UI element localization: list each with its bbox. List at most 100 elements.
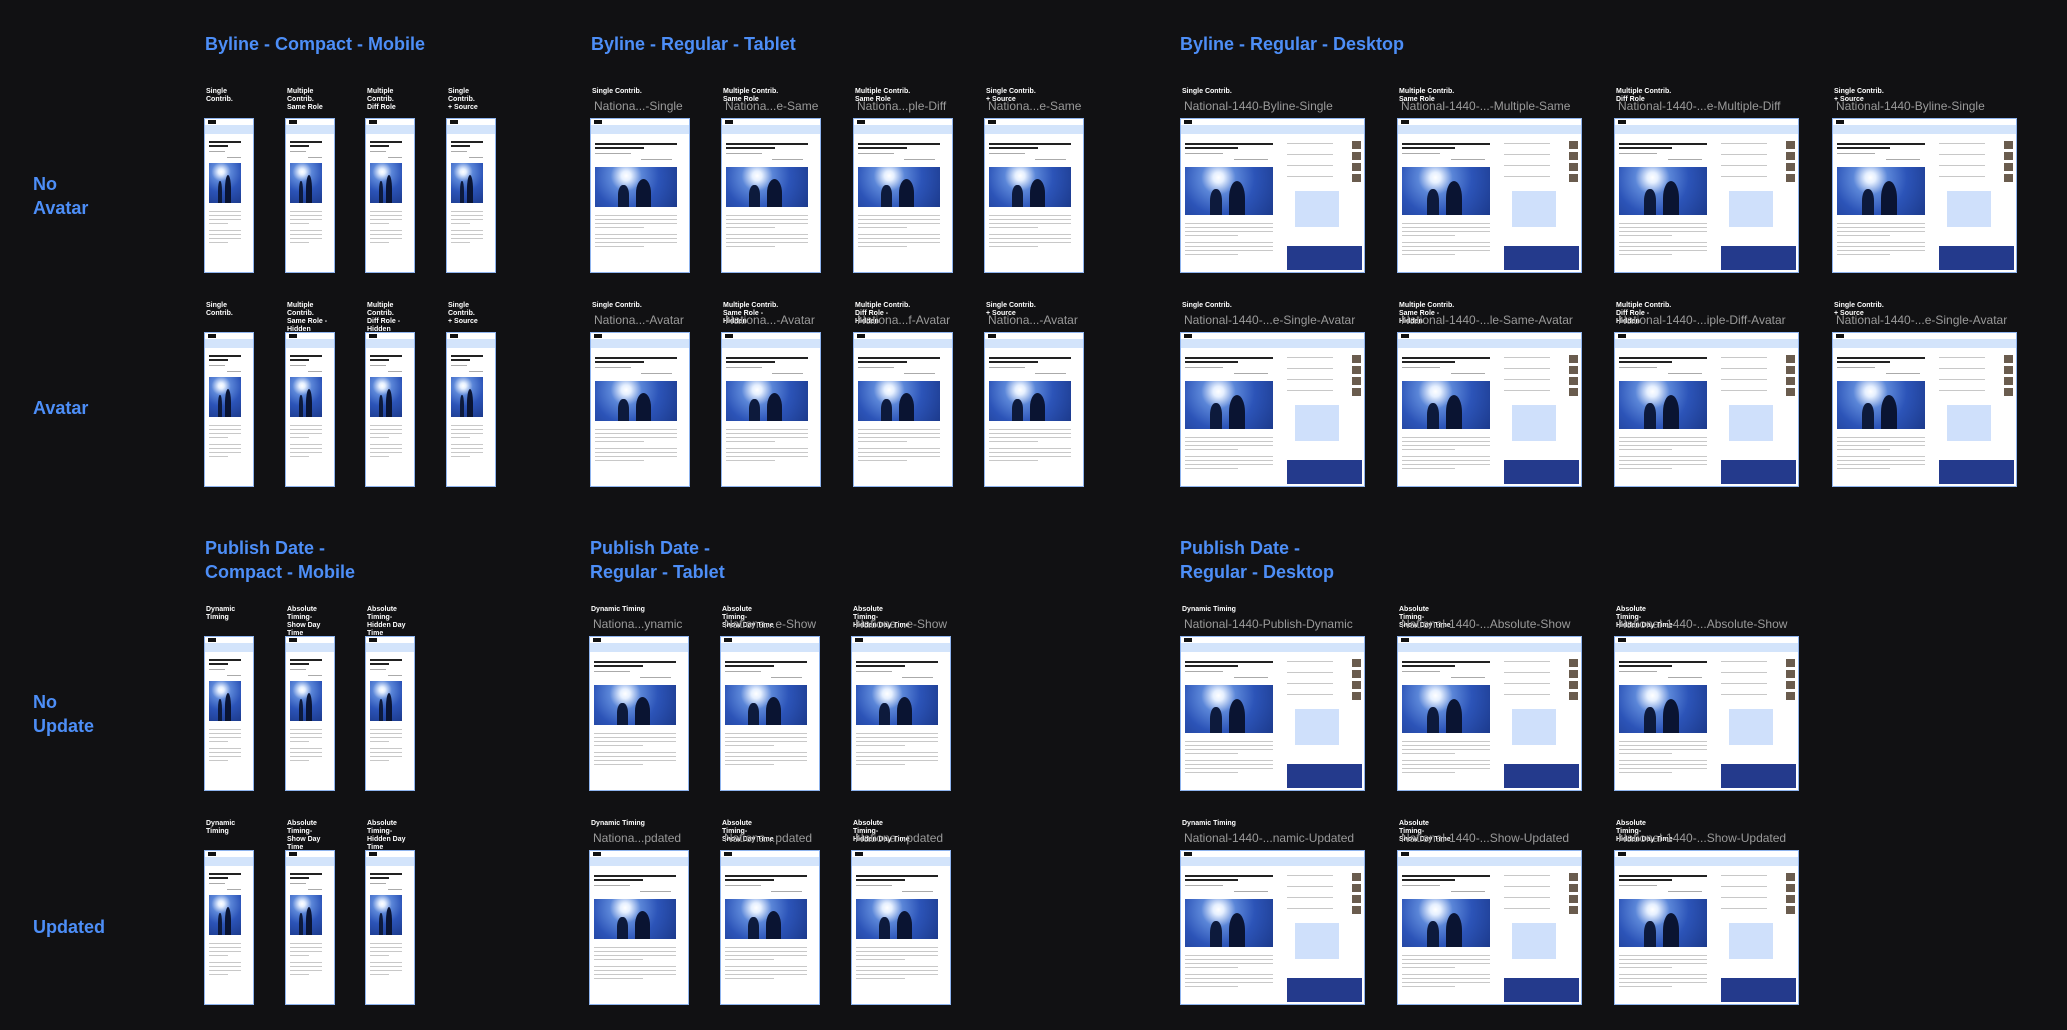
page-thumbnail[interactable] [285, 636, 335, 791]
logo-icon [724, 638, 732, 642]
headline-line [370, 141, 402, 143]
share-line [904, 159, 935, 160]
page-thumbnail[interactable] [589, 850, 689, 1005]
sidebar-thumbnail [1786, 884, 1795, 892]
body-text-line [1837, 223, 1925, 224]
page-thumbnail[interactable] [365, 118, 415, 273]
page-thumbnail[interactable] [204, 118, 254, 273]
body-text-line [726, 223, 808, 224]
figure-shape [636, 179, 651, 207]
page-thumbnail[interactable] [984, 332, 1084, 487]
page-thumbnail[interactable] [1397, 850, 1582, 1005]
page-thumbnail[interactable] [853, 118, 953, 273]
page-thumbnail[interactable] [204, 636, 254, 791]
body-text-line [1619, 437, 1707, 438]
page-thumbnail[interactable] [853, 332, 953, 487]
page-thumbnail[interactable] [1614, 332, 1799, 487]
body-text-line [1402, 982, 1490, 983]
frame-name: National-1440-Byline-Single [1184, 99, 1333, 113]
page-thumbnail[interactable] [1832, 118, 2017, 273]
body-text-line [209, 741, 228, 742]
sidebar-text-line [1939, 390, 1985, 391]
sidebar-thumbnail [1352, 355, 1361, 363]
figure-shape [1663, 913, 1679, 947]
share-line [1451, 677, 1485, 678]
page-thumbnail[interactable] [1180, 850, 1365, 1005]
video-promo [1504, 460, 1579, 484]
body-text-line [290, 211, 322, 212]
figure-shape [636, 393, 651, 421]
page-thumbnail[interactable] [851, 636, 951, 791]
page-thumbnail[interactable] [365, 850, 415, 1005]
body-text-line [451, 211, 483, 212]
frame-name: National-1440-Byline-Single [1836, 99, 1985, 113]
page-thumbnail[interactable] [365, 332, 415, 487]
body-text-line [1619, 772, 1672, 773]
page-thumbnail[interactable] [1397, 636, 1582, 791]
row-label-avatar: Avatar [33, 398, 89, 418]
body-text-line [856, 955, 938, 956]
frame-name: Nationa...pdated [724, 831, 813, 845]
body-text-line [1837, 235, 1890, 236]
page-thumbnail[interactable] [1180, 636, 1365, 791]
body-text-line [370, 943, 402, 944]
page-thumbnail[interactable] [721, 332, 821, 487]
body-text-line [1619, 749, 1707, 750]
page-thumbnail[interactable] [589, 636, 689, 791]
sidebar-thumbnail [1569, 884, 1578, 892]
headline-line [856, 665, 905, 667]
headline-line [209, 141, 241, 143]
body-text-line [451, 444, 483, 445]
body-text-line [290, 219, 322, 220]
page-thumbnail[interactable] [720, 636, 820, 791]
body-text-line [1185, 978, 1273, 979]
page-thumbnail[interactable] [984, 118, 1084, 273]
row-label-no-avatar: No Avatar [33, 174, 89, 218]
page-thumbnail[interactable] [365, 636, 415, 791]
hero-image [1619, 685, 1707, 733]
page-thumbnail[interactable] [446, 118, 496, 273]
body-text-line [726, 215, 808, 216]
artboard-frame: Multiple Contrib. Same Role - Hidden Nati… [721, 302, 821, 487]
page-thumbnail[interactable] [1614, 118, 1799, 273]
figure-shape [618, 399, 629, 421]
page-thumbnail[interactable] [590, 118, 690, 273]
page-thumbnail[interactable] [721, 118, 821, 273]
body-text-line [1185, 982, 1273, 983]
sidebar-text-line [1504, 683, 1550, 684]
body-text-line [726, 242, 808, 243]
page-thumbnail[interactable] [446, 332, 496, 487]
sidebar-thumbnail [2004, 141, 2013, 149]
artboard-frame: Absolute Timing- Hidden Day Time [365, 820, 415, 1005]
share-line [640, 891, 671, 892]
page-thumbnail[interactable] [1180, 118, 1365, 273]
body-text-line [725, 951, 807, 952]
page-thumbnail[interactable] [285, 332, 335, 487]
body-text-line [209, 437, 228, 438]
page-thumbnail[interactable] [204, 850, 254, 1005]
body-text-line [989, 437, 1071, 438]
page-thumbnail[interactable] [1832, 332, 2017, 487]
ad-banner [1615, 643, 1798, 652]
body-text-line [209, 974, 228, 975]
body-text-line [290, 741, 309, 742]
page-thumbnail[interactable] [590, 332, 690, 487]
page-thumbnail[interactable] [204, 332, 254, 487]
ad-banner [591, 339, 689, 348]
page-thumbnail[interactable] [851, 850, 951, 1005]
page-thumbnail[interactable] [1397, 332, 1582, 487]
page-thumbnail[interactable] [1614, 850, 1799, 1005]
page-thumbnail[interactable] [1180, 332, 1365, 487]
page-thumbnail[interactable] [720, 850, 820, 1005]
sidebar-ad [1512, 709, 1556, 745]
figure-shape [1446, 395, 1462, 429]
page-thumbnail[interactable] [285, 850, 335, 1005]
sidebar-thumbnail [1352, 895, 1361, 903]
page-thumbnail[interactable] [285, 118, 335, 273]
page-thumbnail[interactable] [1397, 118, 1582, 273]
body-text-line [1619, 959, 1707, 960]
body-text-line [451, 448, 483, 449]
body-text-line [1185, 246, 1273, 247]
page-thumbnail[interactable] [1614, 636, 1799, 791]
hero-image [856, 899, 938, 939]
